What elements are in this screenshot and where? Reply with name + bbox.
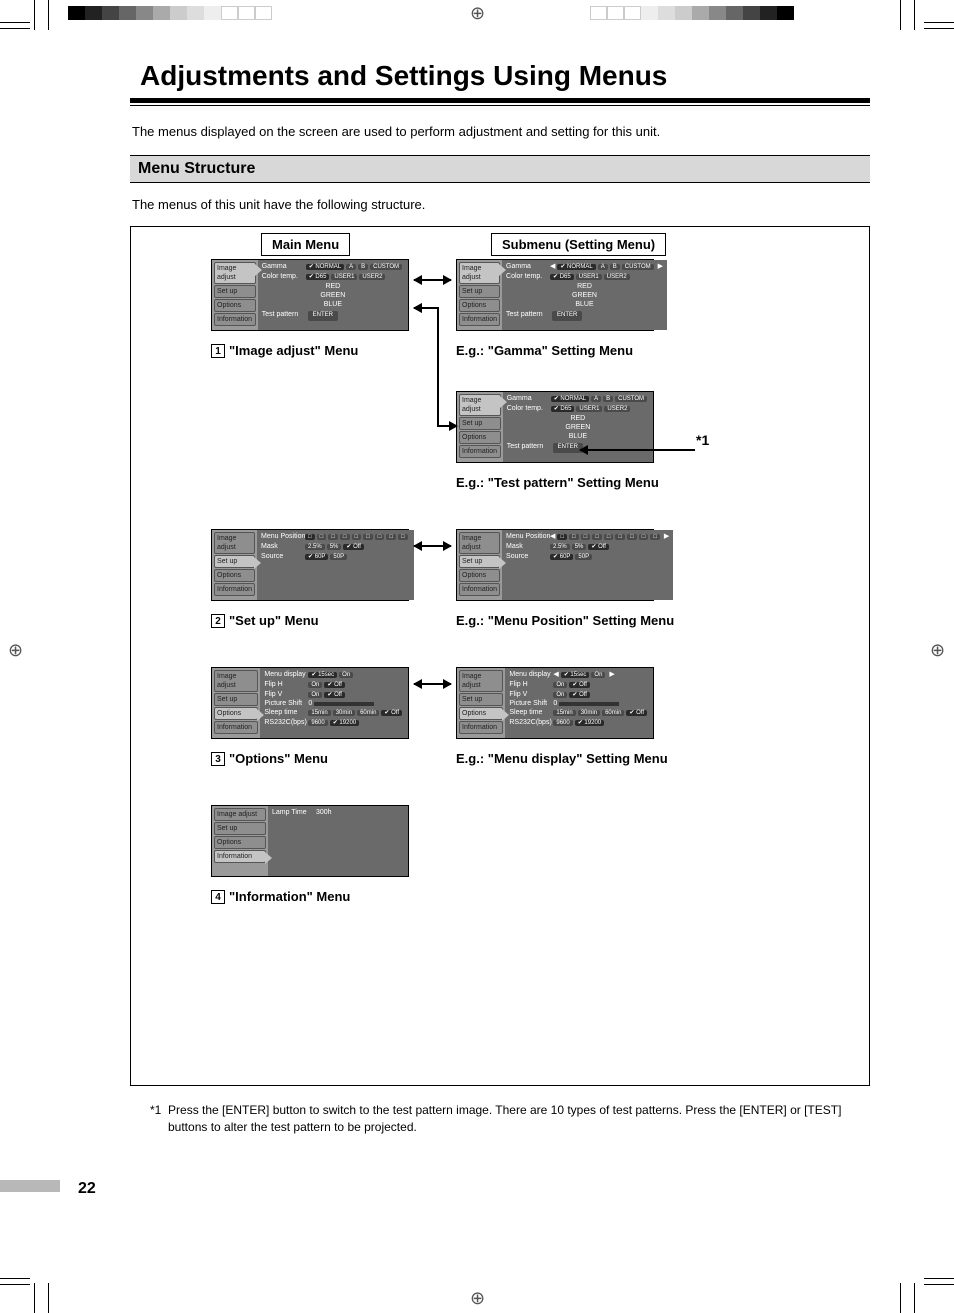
registration-mark-right: ⊕ <box>930 640 945 661</box>
rule-thin <box>130 105 870 106</box>
caption-setup: "Set up" Menu <box>229 613 319 628</box>
caption-gamma: E.g.: "Gamma" Setting Menu <box>456 343 633 358</box>
col-main-menu: Main Menu <box>261 233 350 256</box>
menu-options: Image adjustSet upOptionsInformationMenu… <box>211 667 409 739</box>
intro-text: The menus displayed on the screen are us… <box>132 124 870 139</box>
caption-menu-display: E.g.: "Menu display" Setting Menu <box>456 751 668 766</box>
page-number: 22 <box>78 1180 96 1198</box>
col-submenu: Submenu (Setting Menu) <box>491 233 666 256</box>
caption-menu-position: E.g.: "Menu Position" Setting Menu <box>456 613 674 628</box>
caption-image-adjust: "Image adjust" Menu <box>229 343 358 358</box>
menu-setup: Image adjustSet upOptionsInformationMenu… <box>211 529 409 601</box>
page-title: Adjustments and Settings Using Menus <box>140 60 870 92</box>
registration-mark-top: ⊕ <box>470 3 485 24</box>
subintro-text: The menus of this unit have the followin… <box>132 197 870 212</box>
menu-test-pattern: Image adjustSet upOptionsInformationGamm… <box>456 391 654 463</box>
num-4: 4 <box>211 890 225 904</box>
menu-structure-diagram: Main Menu Submenu (Setting Menu) Image a… <box>130 226 870 1086</box>
section-heading: Menu Structure <box>130 155 870 183</box>
caption-test-pattern: E.g.: "Test pattern" Setting Menu <box>456 475 659 490</box>
menu-information: Image adjustSet upOptionsInformationLamp… <box>211 805 409 877</box>
caption-options: "Options" Menu <box>229 751 328 766</box>
menu-menu-position: Image adjustSet upOptionsInformationMenu… <box>456 529 654 601</box>
menu-gamma-setting: Image adjustSet upOptionsInformationGamm… <box>456 259 654 331</box>
star-1-ref: *1 <box>696 432 709 448</box>
menu-image-adjust: Image adjustSet upOptionsInformationGamm… <box>211 259 409 331</box>
caption-information: "Information" Menu <box>229 889 350 904</box>
footnote-1: *1 Press the [ENTER] button to switch to… <box>150 1102 870 1136</box>
margin-tab <box>0 1180 60 1192</box>
num-1: 1 <box>211 344 225 358</box>
menu-menu-display: Image adjustSet upOptionsInformationMenu… <box>456 667 654 739</box>
num-2: 2 <box>211 614 225 628</box>
num-3: 3 <box>211 752 225 766</box>
registration-mark-left: ⊕ <box>8 640 23 661</box>
registration-mark-bottom: ⊕ <box>470 1288 485 1309</box>
rule-heavy <box>130 98 870 103</box>
